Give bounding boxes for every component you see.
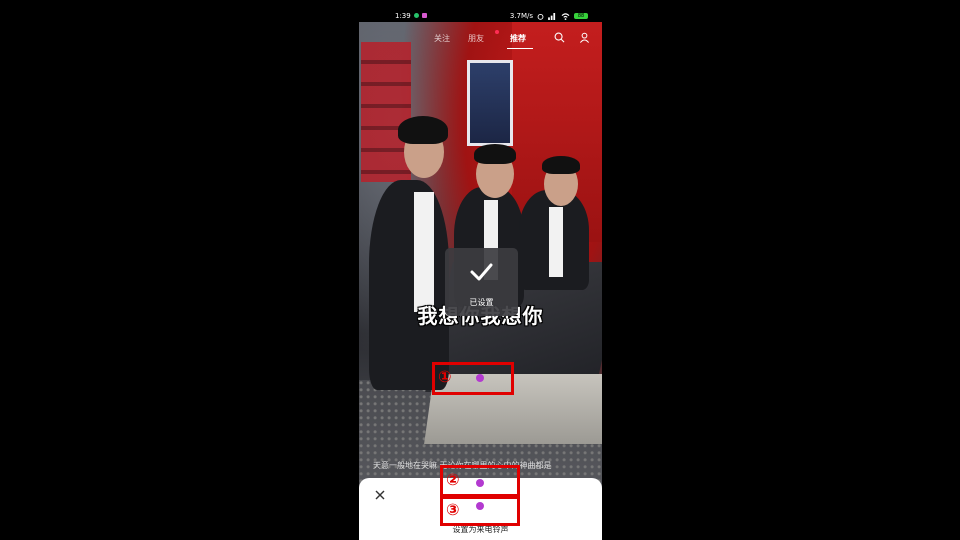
annotation-dot-2 xyxy=(476,479,484,487)
search-icon[interactable] xyxy=(554,32,565,43)
notification-icon xyxy=(414,13,419,18)
person-hair xyxy=(474,144,516,164)
status-right: 3.7M/s 88 xyxy=(510,12,588,20)
battery-icon: 88 xyxy=(574,13,588,19)
signal-icon xyxy=(548,12,556,20)
annotation-dot-3 xyxy=(476,502,484,510)
check-icon xyxy=(470,263,493,281)
tab-recommended[interactable]: 推荐 xyxy=(510,33,526,44)
person-hair xyxy=(398,116,448,144)
phone-screen: 1:39 3.7M/s 88 关注 朋友 推荐 我想你我想你 已设置 天意一般地… xyxy=(359,0,602,540)
annotation-marker-1: ① xyxy=(438,367,452,386)
shirt xyxy=(549,207,563,277)
toast-label: 已设置 xyxy=(469,298,494,307)
annotation-dot-1 xyxy=(476,374,484,382)
background-shelf xyxy=(361,42,411,182)
app-notification-icon xyxy=(422,13,427,18)
wifi-icon xyxy=(561,12,570,20)
annotation-marker-3: ③ xyxy=(446,500,460,519)
person-left xyxy=(369,180,449,390)
close-icon[interactable] xyxy=(373,488,387,502)
background-window xyxy=(467,60,513,146)
net-speed: 3.7M/s xyxy=(509,12,533,20)
person-hair xyxy=(542,156,580,174)
success-toast: 已设置 xyxy=(445,248,518,316)
profile-icon[interactable] xyxy=(579,32,590,43)
status-bar: 1:39 3.7M/s 88 xyxy=(359,0,602,22)
tab-following[interactable]: 关注 xyxy=(434,33,450,44)
screen: 1:39 3.7M/s 88 关注 朋友 推荐 我想你我想你 已设置 天意一般地… xyxy=(0,0,960,540)
friends-badge xyxy=(495,30,499,34)
shirt xyxy=(414,192,434,312)
tab-friends[interactable]: 朋友 xyxy=(468,33,484,44)
alarm-icon xyxy=(537,13,544,20)
active-tab-indicator xyxy=(507,48,533,49)
top-nav: 关注 朋友 推荐 xyxy=(359,30,602,50)
status-time: 1:39 xyxy=(395,12,411,20)
annotation-marker-2: ② xyxy=(446,470,460,489)
